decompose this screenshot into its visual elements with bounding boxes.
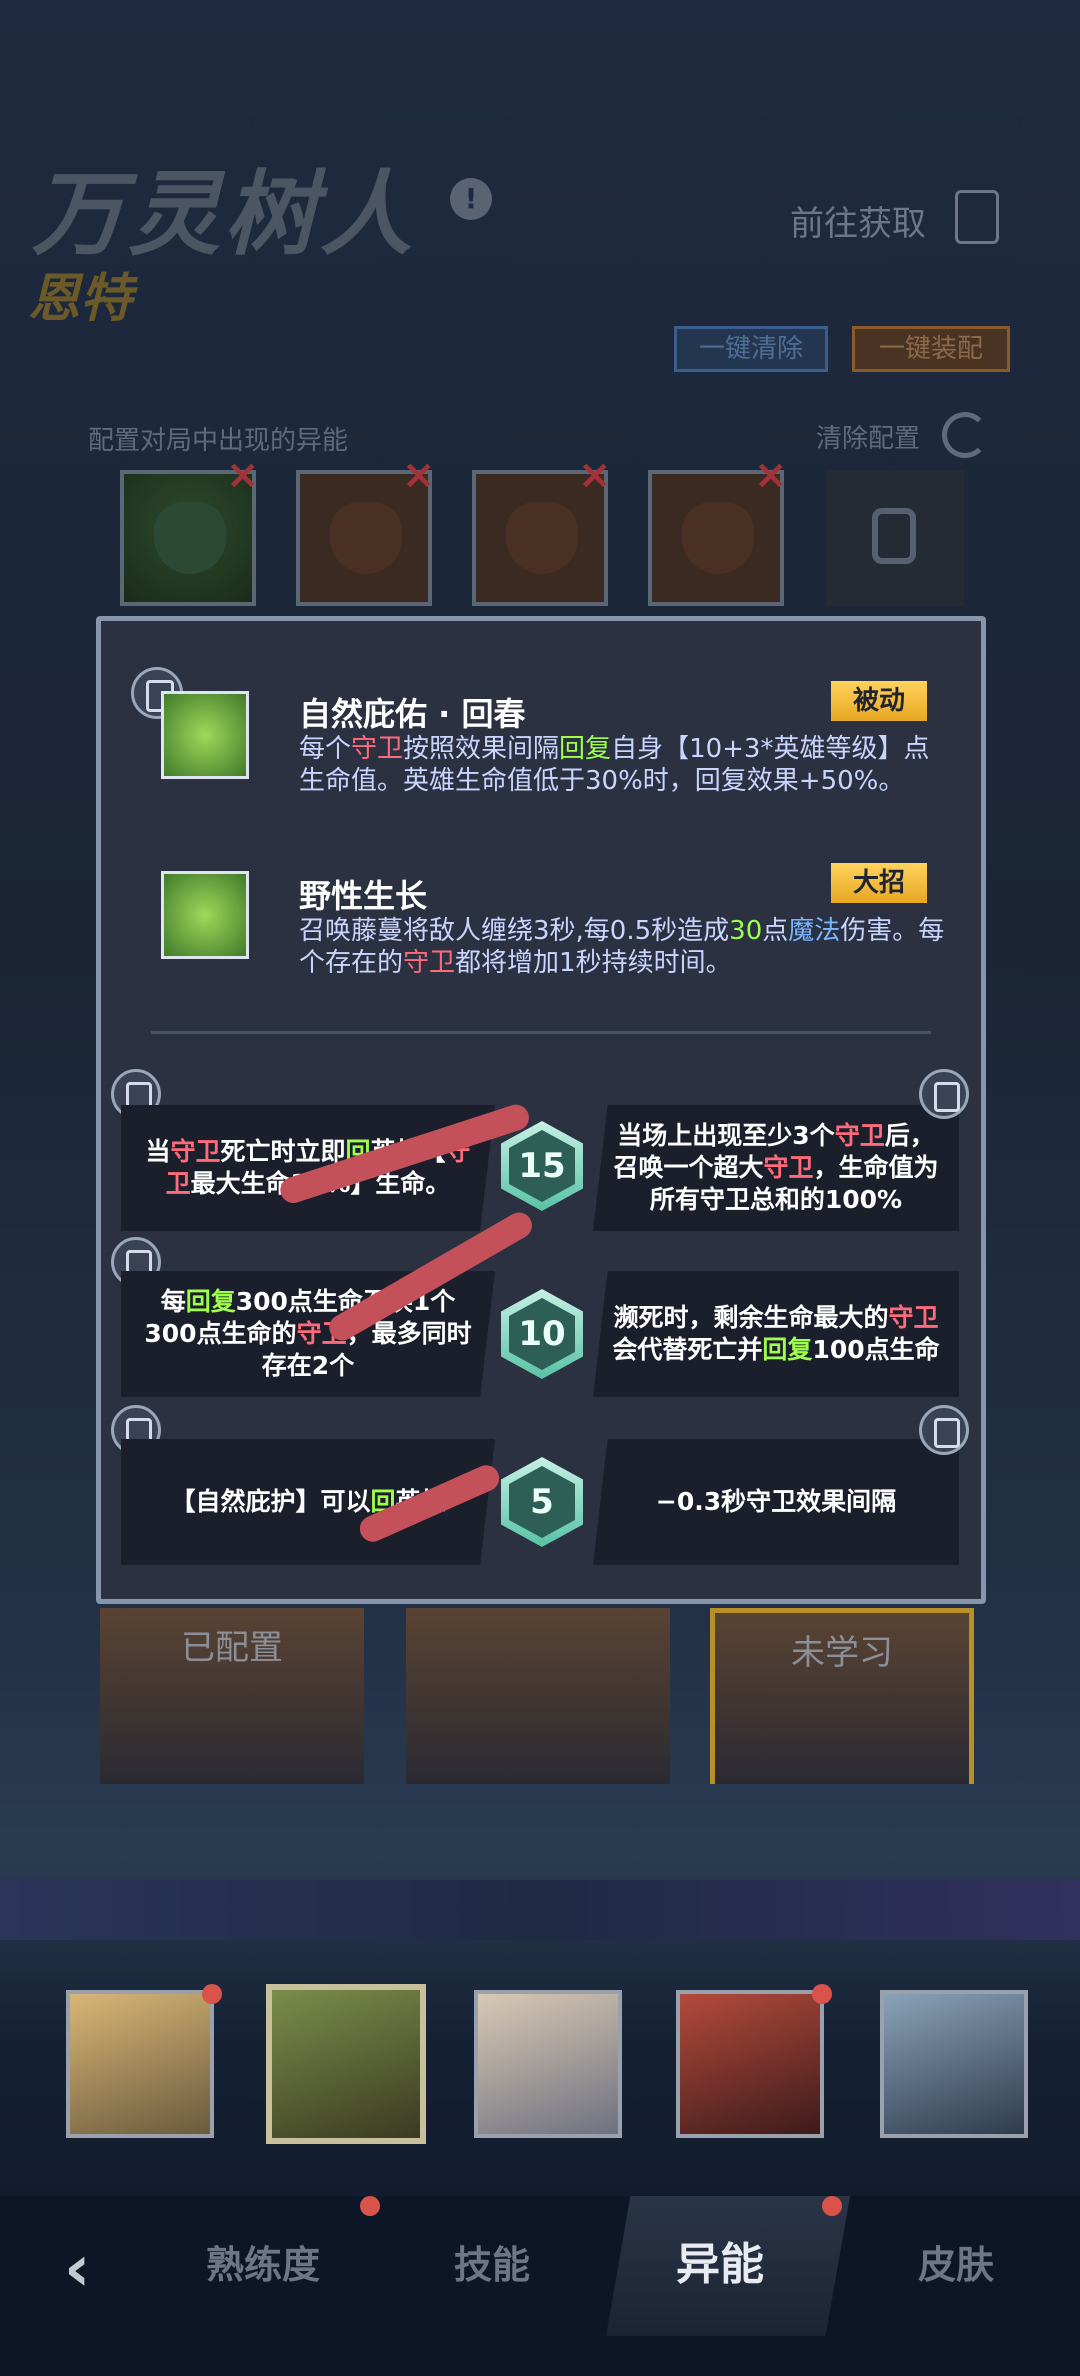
goto-obtain-link[interactable]: 前往获取 — [790, 196, 926, 245]
remove-icon[interactable]: × — [226, 455, 260, 495]
text-segment: 守卫 — [170, 1137, 221, 1166]
remove-icon[interactable]: × — [402, 455, 436, 495]
ability-card-icon — [919, 1069, 969, 1119]
text-segment: 30 — [729, 916, 763, 946]
config-slot[interactable]: × — [296, 455, 436, 606]
skill-title: 自然庇佑 · 回春 — [299, 695, 526, 733]
talent-option-right[interactable]: 当场上出现至少3个守卫后，召唤一个超大守卫，生命值为所有守卫总和的100% — [593, 1105, 959, 1231]
text-segment: 当 — [145, 1137, 171, 1166]
lock-icon — [872, 508, 916, 564]
hero-portrait-icon — [682, 502, 754, 574]
text-segment: 守卫 — [834, 1121, 885, 1150]
hero-portrait-icon — [154, 502, 226, 574]
leaf-skill-icon — [161, 691, 249, 779]
text-segment: 每个 — [299, 734, 352, 764]
text-segment: 回复 — [185, 1287, 236, 1316]
text-segment: 召唤藤蔓将敌人缠绕3秒,每0.5秒造成 — [299, 916, 730, 946]
text-segment: 每 — [160, 1287, 186, 1316]
notification-dot — [360, 2196, 380, 2216]
level-number: 15 — [509, 1130, 575, 1202]
text-segment: 守卫 — [888, 1303, 939, 1332]
text-segment: 点 — [762, 916, 789, 946]
skill-description: 召唤藤蔓将敌人缠绕3秒,每0.5秒造成30点魔法伤害。每个存在的守卫都将增加1秒… — [299, 915, 949, 979]
hero-portrait[interactable] — [66, 1990, 214, 2138]
notification-dot — [822, 2196, 842, 2216]
talent-option-right[interactable]: −0.3秒守卫效果间隔 — [593, 1439, 959, 1565]
rich-text: −0.3秒守卫效果间隔 — [656, 1486, 896, 1518]
skill-description: 每个守卫按照效果间隔回复自身【10+3*英雄等级】点生命值。英雄生命值低于30%… — [299, 733, 949, 797]
rich-text: 每回复300点生命召唤1个300点生命的守卫，最多同时存在2个 — [137, 1286, 479, 1382]
info-icon[interactable]: ! — [450, 178, 492, 220]
text-segment: 守卫 — [403, 948, 456, 978]
text-segment: 回复 — [762, 1335, 813, 1364]
skill-tag: 被动 — [831, 681, 928, 721]
equip-all-button[interactable]: 一键装配 — [852, 326, 1010, 372]
ability-detail-panel: 自然庇佑 · 回春 被动 每个守卫按照效果间隔回复自身【10+3*英雄等级】点生… — [96, 616, 986, 1604]
text-segment: 守卫 — [351, 734, 404, 764]
remove-icon[interactable]: × — [754, 455, 788, 495]
decorative-band — [0, 1880, 1080, 1940]
text-segment: 会代替死亡并 — [612, 1335, 763, 1364]
text-segment: 按照效果间隔 — [403, 734, 560, 764]
config-slot[interactable]: × — [648, 455, 788, 606]
refresh-icon[interactable] — [942, 412, 988, 458]
rich-text: 当场上出现至少3个守卫后，召唤一个超大守卫，生命值为所有守卫总和的100% — [609, 1120, 943, 1216]
level-hex: 10 — [501, 1289, 583, 1379]
hero-portrait[interactable] — [676, 1990, 824, 2138]
text-segment: 最大生命 — [190, 1169, 291, 1198]
config-slot[interactable]: × — [120, 455, 260, 606]
rich-text: 濒死时，剩余生命最大的守卫会代替死亡并回复100点生命 — [609, 1302, 943, 1366]
tab-skills[interactable]: 技能 — [454, 2234, 530, 2289]
locked-slot[interactable] — [826, 470, 964, 606]
level-number: 5 — [509, 1466, 575, 1538]
config-slot[interactable]: × — [472, 455, 612, 606]
talent-option-left[interactable]: 每回复300点生命召唤1个300点生命的守卫，最多同时存在2个 — [121, 1271, 495, 1397]
clear-config-button[interactable]: 清除配置 — [816, 418, 920, 455]
rich-text: 召唤藤蔓将敌人缠绕3秒,每0.5秒造成30点魔法伤害。每个存在的守卫都将增加1秒… — [299, 916, 944, 978]
skill-tag: 大招 — [831, 863, 928, 903]
rich-text: 每个守卫按照效果间隔回复自身【10+3*英雄等级】点生命值。英雄生命值低于30%… — [299, 734, 929, 796]
sprout-skill-icon — [161, 871, 249, 959]
hero-name: 万灵树人 — [32, 161, 417, 268]
hero-portrait[interactable] — [880, 1990, 1028, 2138]
remove-icon[interactable]: × — [578, 455, 612, 495]
talent-option-right[interactable]: 濒死时，剩余生命最大的守卫会代替死亡并回复100点生命 — [593, 1271, 959, 1397]
level-hex: 5 — [501, 1457, 583, 1547]
config-label: 配置对局中出现的异能 — [88, 426, 349, 456]
hero-portrait[interactable] — [474, 1990, 622, 2138]
text-segment: 死亡时立即 — [220, 1137, 346, 1166]
ability-card[interactable] — [406, 1608, 670, 1784]
text-segment: 回复 — [559, 734, 612, 764]
text-segment: 守卫 — [763, 1153, 814, 1182]
back-arrow-icon[interactable]: ‹ — [64, 2232, 90, 2306]
hero-portrait-icon — [506, 502, 578, 574]
ability-card-icon — [919, 1405, 969, 1455]
card-label: 已配置 — [181, 1628, 283, 1668]
hero-subname: 恩特 — [28, 269, 133, 329]
talent-option-left[interactable]: 当守卫死亡时立即回英雄【守卫最大生命30%】生命。 — [121, 1105, 495, 1231]
level-number: 10 — [509, 1298, 575, 1370]
text-segment: 【自然庇护】可以 — [170, 1487, 371, 1516]
text-segment: −0.3秒守卫效果间隔 — [655, 1487, 897, 1516]
card-icon[interactable] — [955, 190, 999, 244]
text-segment: 都将增加1秒持续时间。 — [455, 948, 732, 978]
tab-abilities[interactable]: 异能 — [676, 2228, 764, 2292]
notification-dot — [812, 1984, 832, 2004]
text-segment: 濒死时，剩余生命最大的 — [613, 1303, 889, 1332]
card-label: 未学习 — [791, 1633, 893, 1673]
ability-card[interactable]: 已配置 — [100, 1608, 364, 1784]
tab-proficiency[interactable]: 熟练度 — [206, 2234, 320, 2289]
hero-portrait-icon — [330, 502, 402, 574]
level-hex: 15 — [501, 1121, 583, 1211]
notification-dot — [202, 1984, 222, 2004]
text-segment: 当场上出现至少3个 — [617, 1121, 835, 1150]
ability-card[interactable]: 未学习 — [710, 1608, 974, 1784]
hero-portrait-selected[interactable] — [266, 1984, 426, 2144]
tab-skins[interactable]: 皮肤 — [918, 2234, 994, 2289]
divider — [151, 1031, 931, 1034]
clear-all-button[interactable]: 一键清除 — [674, 326, 828, 372]
text-segment: 魔法 — [788, 916, 841, 946]
skill-title: 野性生长 — [299, 877, 428, 915]
text-segment: 100点生命 — [812, 1335, 940, 1364]
